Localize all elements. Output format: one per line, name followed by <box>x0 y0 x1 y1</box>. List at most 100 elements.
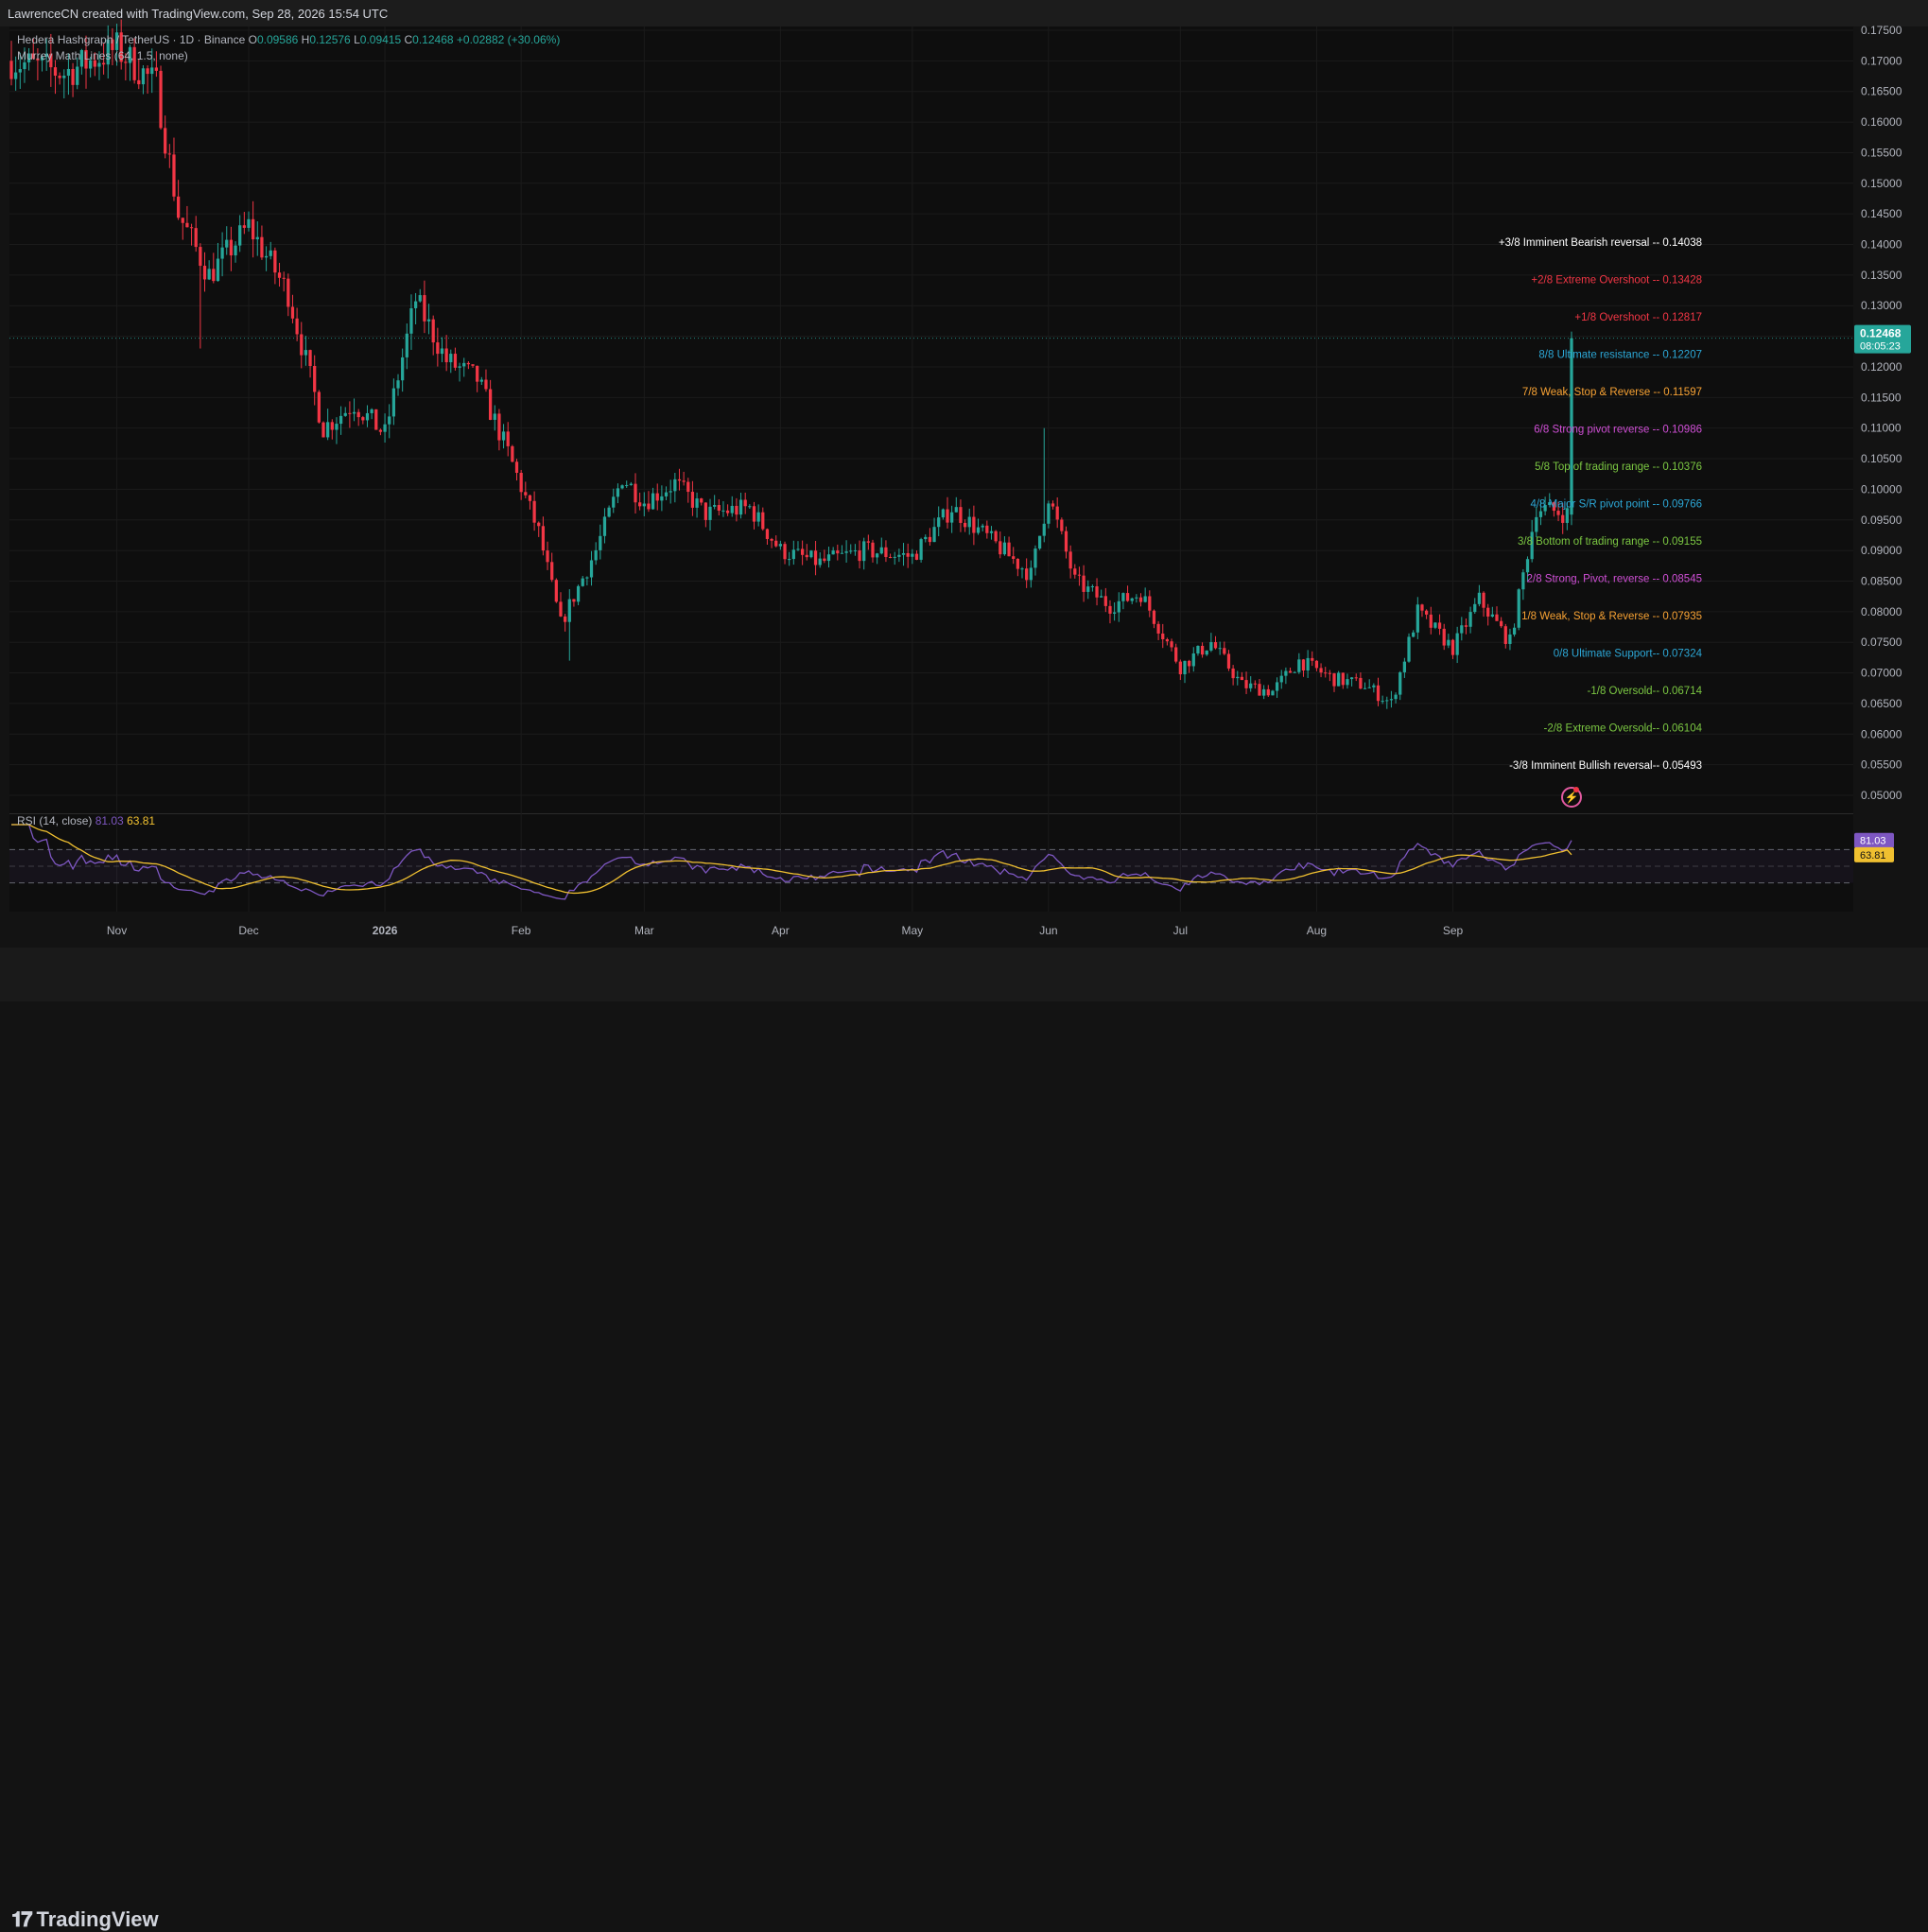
y-tick-label: 0.09000 <box>1861 544 1902 557</box>
candle-body <box>1311 657 1314 661</box>
candle-body <box>1002 542 1007 555</box>
candle-body <box>725 510 730 513</box>
candle-body <box>677 479 682 481</box>
candle-body <box>524 492 528 496</box>
murrey-label-text: 8/8 Ultimate resistance -- <box>1538 350 1662 361</box>
rsi-legend[interactable]: RSI (14, close) 81.03 63.81 <box>17 814 155 827</box>
candle-body <box>476 365 479 382</box>
candle-body <box>277 272 282 278</box>
candle-body <box>1412 632 1416 637</box>
candle-body <box>1025 568 1029 581</box>
candle-body <box>1293 671 1296 673</box>
chart-canvas: 0.17500 0.17000 0.16500 0.16000 0.15500 0.150… <box>9 19 1911 937</box>
candle-body <box>682 480 686 482</box>
candle-body <box>295 318 299 335</box>
candle-body <box>396 380 400 389</box>
candle-body <box>963 522 967 528</box>
candle-body <box>664 492 669 496</box>
candle-body <box>378 429 383 432</box>
murrey-label-text: 3/8 Bottom of trading range -- <box>1518 536 1662 548</box>
x-tick-label: Jul <box>1173 924 1188 937</box>
candle-body <box>765 529 770 539</box>
candle-body <box>735 505 738 515</box>
y-tick-label: 0.07500 <box>1861 635 1902 649</box>
candle-body <box>423 295 426 322</box>
candle-body <box>884 547 888 557</box>
candle-body <box>1033 548 1037 568</box>
candle-body <box>1121 593 1125 601</box>
tradingview-logo[interactable]: 𝟏𝟕 TradingView <box>11 1907 159 1932</box>
candle-body <box>1503 626 1507 644</box>
candle-body <box>304 350 308 356</box>
indicator-legend[interactable]: Murrey Math Lines (64, 1.5, none) <box>17 49 188 62</box>
candle-body <box>1029 567 1033 581</box>
alert-dot-icon <box>1573 787 1579 792</box>
candle-body <box>202 266 207 280</box>
candle-body <box>1402 661 1407 672</box>
candle-body <box>97 62 101 67</box>
murrey-line-label: 6/8 Strong pivot reverse -- 0.10986 <box>1534 425 1702 436</box>
candle-body <box>330 422 334 430</box>
y-tick-label: 0.05000 <box>1861 789 1902 802</box>
candle-body <box>647 503 651 510</box>
candle-body <box>1372 685 1376 688</box>
candle-body <box>743 499 747 507</box>
candle-body <box>1240 676 1244 681</box>
candle-body <box>708 506 712 520</box>
y-tick-label: 0.14000 <box>1861 238 1902 252</box>
candle-body <box>585 577 589 579</box>
murrey-label-text: 4/8 Major S/R pivot point -- <box>1530 499 1662 511</box>
murrey-label-text: 6/8 Strong pivot reverse -- <box>1534 425 1662 436</box>
candle-body <box>1016 558 1019 569</box>
candle-body <box>840 552 844 554</box>
candle-body <box>62 76 66 78</box>
candle-body <box>1420 604 1424 611</box>
y-tick-label: 0.10000 <box>1861 482 1902 496</box>
candle-body <box>141 68 146 85</box>
symbol-legend[interactable]: Hedera Hashgraph / TetherUS · 1D · Binan… <box>17 33 560 46</box>
candle-body <box>528 495 532 501</box>
candle-body <box>826 554 831 562</box>
candle-body <box>999 541 1002 555</box>
candle-body <box>449 354 453 363</box>
candle-body <box>66 68 71 77</box>
candle-body <box>53 67 58 77</box>
murrey-label-value: 0.09766 <box>1662 499 1702 511</box>
candle-body <box>756 512 760 522</box>
candle-body <box>194 228 198 248</box>
x-tick-label: 2026 <box>373 924 398 937</box>
y-tick-label: 0.11500 <box>1861 391 1902 404</box>
candle-body <box>1394 694 1398 700</box>
murrey-line-label: 8/8 Ultimate resistance -- 0.12207 <box>1538 350 1702 361</box>
candle-body <box>700 498 703 503</box>
candle-body <box>466 362 471 365</box>
candle-body <box>1178 661 1182 675</box>
murrey-line-label: 5/8 Top of trading range -- 0.10376 <box>1535 461 1702 473</box>
murrey-label-text: 7/8 Weak, Stop & Reverse -- <box>1522 387 1663 398</box>
candle-body <box>76 66 79 85</box>
candle-body <box>189 227 194 229</box>
candle-body <box>1055 506 1059 520</box>
candle-body <box>1258 684 1261 696</box>
candle-body <box>1337 672 1341 687</box>
candle-body <box>985 525 989 533</box>
candle-body <box>1556 511 1560 515</box>
candle-body <box>1490 614 1494 617</box>
candle-body <box>418 295 422 302</box>
murrey-line-label: 1/8 Weak, Stop & Reverse -- 0.07935 <box>1521 611 1702 622</box>
candle-body <box>994 531 998 542</box>
y-tick-label: 0.14500 <box>1861 207 1902 220</box>
candle-body <box>932 527 936 543</box>
candle-body <box>1346 679 1349 686</box>
murrey-label-value: 0.08545 <box>1662 574 1702 585</box>
x-tick-label: Feb <box>512 924 531 937</box>
y-tick-label: 0.16500 <box>1861 85 1902 98</box>
candle-body <box>164 128 167 154</box>
x-tick-label: May <box>901 924 923 937</box>
murrey-line-label: 3/8 Bottom of trading range -- 0.09155 <box>1518 536 1702 548</box>
candle-body <box>361 417 365 421</box>
y-tick-label: 0.15500 <box>1861 146 1902 159</box>
candle-body <box>1218 648 1222 650</box>
candle-body <box>1450 639 1455 655</box>
candle-body <box>1156 623 1160 634</box>
